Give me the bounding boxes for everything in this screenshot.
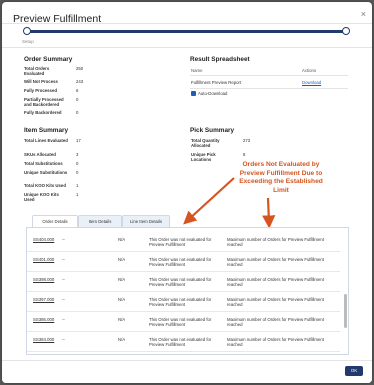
preview-fulfillment-modal: Preview Fulfillment × Setup Order Summar… xyxy=(2,2,372,383)
cell-status: N/A xyxy=(118,257,126,262)
order-number-link[interactable]: SS398.000 xyxy=(33,277,54,282)
cell-status: N/A xyxy=(118,297,126,302)
cell-reason: Maximum number of Orders for Preview Ful… xyxy=(227,317,324,327)
cell-reason: Maximum number of Orders for Preview Ful… xyxy=(227,297,324,307)
annotation-arrow-left xyxy=(183,177,235,225)
cell-reason: Maximum number of Orders for Preview Ful… xyxy=(227,257,324,267)
modal-footer: OK xyxy=(2,360,372,383)
order-number-link[interactable]: SS386.000 xyxy=(33,317,54,322)
cell-dash: -- xyxy=(62,297,65,302)
cell-status: N/A xyxy=(118,277,126,282)
table-row: SS386.000 -- N/A This Order was not evaluat… xyxy=(27,311,340,332)
annotation-arrow-right xyxy=(262,197,276,229)
table-row: SS404.000 -- N/A This Order was not evaluat… xyxy=(27,231,340,252)
table-row: SS384.000 -- N/A This Order was not evaluat… xyxy=(27,331,340,352)
table-row: SS383.000--N/AThis Order was not evaluat… xyxy=(27,351,340,354)
cell-message: This Order was not evaluated for Preview… xyxy=(149,277,212,287)
order-number-link[interactable]: SS401.000 xyxy=(33,257,54,262)
cell-message: This Order was not evaluated for Preview… xyxy=(149,257,212,267)
cell-message: This Order was not evaluated for Preview… xyxy=(149,297,212,307)
order-number-link[interactable]: SS404.000 xyxy=(33,237,54,242)
table-row: SS398.000 -- N/A This Order was not evaluat… xyxy=(27,271,340,292)
cell-message: This Order was not evaluated for Preview… xyxy=(149,337,212,347)
cell-message: This Order was not evaluated for Preview… xyxy=(149,237,212,247)
table-row: SS401.000 -- N/A This Order was not evaluat… xyxy=(27,251,340,272)
table-scrollbar[interactable] xyxy=(344,294,347,328)
cell-reason: Maximum number of Orders for Preview Ful… xyxy=(227,237,324,247)
order-number-link[interactable]: SS397.000 xyxy=(33,297,54,302)
cell-reason: Maximum number of Orders for Preview Ful… xyxy=(227,337,324,347)
cell-reason: Maximum number of Orders for Preview Ful… xyxy=(227,277,324,287)
cell-dash: -- xyxy=(62,337,65,342)
cell-message: This Order was not evaluated for Preview… xyxy=(149,317,212,327)
table-row: SS397.000 -- N/A This Order was not evaluat… xyxy=(27,291,340,312)
order-number-link[interactable]: SS384.000 xyxy=(33,337,54,342)
cell-dash: -- xyxy=(62,317,65,322)
cell-status: N/A xyxy=(118,317,126,322)
cell-dash: -- xyxy=(62,257,65,262)
cell-dash: -- xyxy=(62,277,65,282)
cell-status: N/A xyxy=(118,237,126,242)
cell-dash: -- xyxy=(62,237,65,242)
order-details-table: SS404.000 -- N/A This Order was not evaluat… xyxy=(26,227,349,355)
ok-button[interactable]: OK xyxy=(345,366,363,376)
cell-status: N/A xyxy=(118,337,126,342)
